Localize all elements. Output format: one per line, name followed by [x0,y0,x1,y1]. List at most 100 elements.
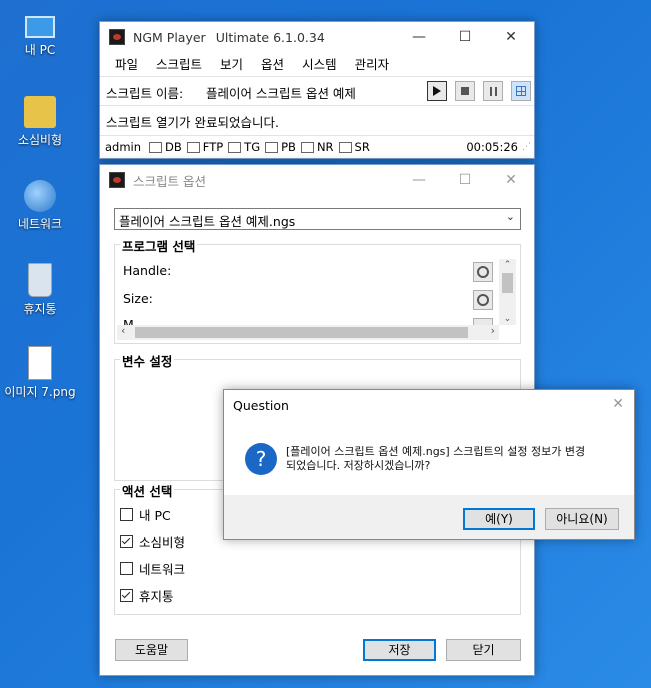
action-checkbox-my-pc[interactable]: 내 PC [120,505,171,524]
close-icon[interactable]: ✕ [488,165,534,195]
app-icon [109,172,125,188]
action-checkbox-recycle-bin[interactable]: 휴지통 [120,586,174,605]
elapsed-time: 00:05:26 [466,140,518,154]
dialog-message: [플레이어 스크립트 옵션 예제.ngs] 스크립트의 설정 정보가 변경 되었… [286,445,585,473]
minimize-icon[interactable]: — [396,22,442,52]
menu-file[interactable]: 파일 [106,54,147,73]
desktop-icon-user[interactable]: 소심비형 [0,96,80,148]
yes-button[interactable]: 예(Y) [463,508,535,530]
dialog-message-line1: [플레이어 스크립트 옵션 예제.ngs] 스크립트의 설정 정보가 변경 [286,445,586,458]
scroll-thumb-horizontal[interactable] [135,327,468,338]
variable-group-title: 변수 설정 [120,351,175,370]
desktop-icon-label: 이미지 7.png [4,385,76,399]
dialog-message-line2: 되었습니다. 저장하시겠습니까? [286,459,431,472]
desktop-icon-recycle-bin[interactable]: 휴지통 [0,263,80,317]
grid-icon [516,86,526,96]
dialog-button-bar: 예(Y) 아니요(N) [224,495,634,539]
menu-admin[interactable]: 관리자 [346,54,399,73]
scroll-right-icon[interactable]: › [491,324,495,337]
layout-button[interactable] [511,81,531,101]
size-label: Size: [123,291,153,306]
options-title: 스크립트 옵션 [133,173,206,189]
no-button[interactable]: 아니요(N) [545,508,619,530]
status-flag-sr: SR [338,140,370,154]
script-select[interactable]: 플레이어 스크립트 옵션 예제.ngs ⌄ [114,208,521,230]
scroll-left-icon[interactable]: ‹ [121,324,125,337]
scroll-down-icon[interactable]: ⌄ [499,313,516,325]
action-checkbox-network[interactable]: 네트워크 [120,559,185,578]
scroll-thumb[interactable] [502,273,513,293]
checkbox-box-checked[interactable] [120,535,133,548]
menu-system[interactable]: 시스템 [293,54,346,73]
user-folder-icon [24,96,56,128]
maximize-icon[interactable]: ☐ [442,22,488,52]
player-title: NGM Player [133,29,206,45]
action-label: 네트워크 [139,562,186,577]
question-dialog: Question ✕ ? [플레이어 스크립트 옵션 예제.ngs] 스크립트의… [223,389,635,540]
desktop-icon-image-file[interactable]: 이미지 7.png [0,346,80,400]
question-icon: ? [245,443,277,475]
close-button[interactable]: 닫기 [446,639,521,661]
close-icon[interactable]: ✕ [488,22,534,52]
desktop-icon-label: 내 PC [24,43,56,57]
resize-grip-icon[interactable]: ⋰ [522,142,531,152]
status-flag-pb: PB [265,140,296,154]
status-flag-ftp: FTP [186,140,223,154]
stop-button[interactable] [455,81,475,101]
menu-script[interactable]: 스크립트 [147,54,211,73]
chevron-down-icon: ⌄ [505,210,515,223]
horizontal-scrollbar[interactable]: ‹ › [117,324,499,340]
app-icon [109,29,125,45]
find-handle-button[interactable] [473,262,493,282]
status-flag-tg: TG [228,140,260,154]
desktop-icon-network[interactable]: 네트워크 [0,180,80,232]
find-size-button[interactable] [473,290,493,310]
status-flag-db: DB [149,140,182,154]
script-select-value: 플레이어 스크립트 옵션 예제.ngs [119,214,296,229]
program-group-title: 프로그램 선택 [120,236,198,255]
checkbox-box-checked[interactable] [120,589,133,602]
action-label: 휴지통 [139,589,174,604]
script-name-value: 플레이어 스크립트 옵션 예제 [206,86,356,101]
network-icon [24,180,56,212]
help-button[interactable]: 도움말 [115,639,188,661]
image-file-icon [28,346,52,380]
options-titlebar[interactable]: 스크립트 옵션 — ☐ ✕ [100,165,534,195]
desktop-icon-label: 소심비형 [17,133,63,147]
menu-options[interactable]: 옵션 [252,54,293,73]
play-icon [433,86,441,96]
action-group-title: 액션 선택 [120,481,175,500]
status-message: 스크립트 열기가 완료되었습니다. [106,115,279,130]
menu-view[interactable]: 보기 [211,54,252,73]
action-label: 소심비형 [139,535,186,550]
player-titlebar[interactable]: NGM Player Ultimate 6.1.0.34 — ☐ ✕ [100,22,534,52]
vertical-scrollbar[interactable]: ⌃ ⌄ [499,259,516,325]
action-label: 내 PC [139,508,171,523]
play-button[interactable] [427,81,447,101]
minimize-icon[interactable]: — [396,165,442,195]
player-statusbar: admin DB FTP TG PB NR SR 00:05:26 ⋰ [100,135,534,158]
player-menubar: 파일 스크립트 보기 옵션 시스템 관리자 [100,52,534,74]
dialog-title: Question [233,398,289,413]
scroll-up-icon[interactable]: ⌃ [499,259,516,271]
pause-icon [489,86,497,96]
search-icon [477,294,489,306]
dialog-titlebar[interactable]: Question ✕ [224,390,634,420]
action-checkbox-user[interactable]: 소심비형 [120,532,185,551]
handle-label: Handle: [123,263,172,278]
checkbox-box[interactable] [120,508,133,521]
close-icon[interactable]: ✕ [612,396,624,412]
search-icon [477,266,489,278]
checkbox-box[interactable] [120,562,133,575]
pause-button[interactable] [483,81,503,101]
computer-icon [25,16,55,38]
recycle-bin-icon [28,263,52,297]
player-version: Ultimate 6.1.0.34 [215,29,325,45]
save-button[interactable]: 저장 [363,639,436,661]
maximize-icon[interactable]: ☐ [442,165,488,195]
desktop-icon-my-pc[interactable]: 내 PC [0,10,80,58]
stop-icon [461,87,469,95]
status-user: admin [105,140,142,154]
script-name-label: 스크립트 이름: [106,86,184,101]
status-flag-nr: NR [300,140,334,154]
